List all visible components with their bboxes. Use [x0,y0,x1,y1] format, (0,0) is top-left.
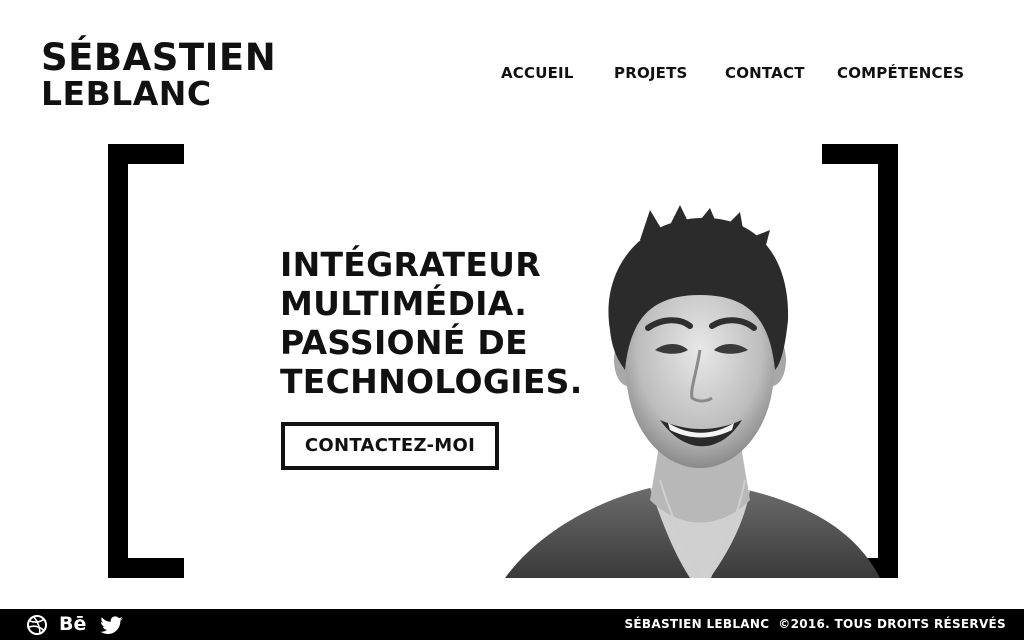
nav-item-competences[interactable]: COMPÉTENCES [837,64,964,82]
nav-item-contact[interactable]: CONTACT [725,64,805,82]
nav-item-accueil[interactable]: ACCUEIL [501,64,574,82]
contact-me-button[interactable]: CONTACTEZ-MOI [281,422,499,470]
copyright-text: SÉBASTIEN LEBLANC ©2016. TOUS DROITS RÉS… [624,617,1006,631]
twitter-icon[interactable] [100,614,124,640]
nav-item-projets[interactable]: PROJETS [614,64,688,82]
main-nav: ACCUEIL PROJETS CONTACT COMPÉTENCES [0,64,1024,86]
dribbble-icon[interactable] [26,614,48,640]
behance-icon[interactable]: Bē [59,613,86,635]
left-bracket-decoration [108,144,184,578]
footer: Bē SÉBASTIEN LEBLANC ©2016. TOUS DROITS … [0,609,1024,640]
profile-photo [500,200,885,578]
